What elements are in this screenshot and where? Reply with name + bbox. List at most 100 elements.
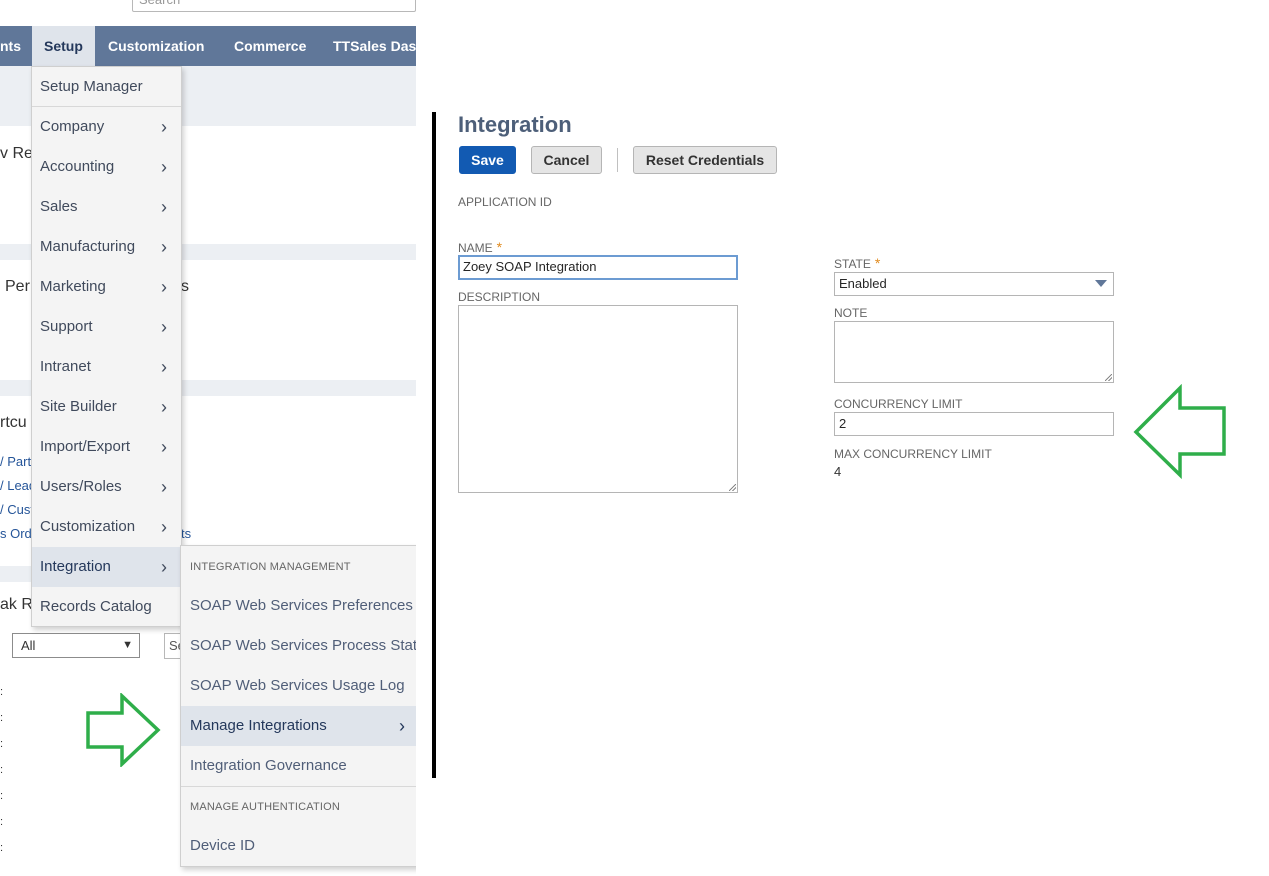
list-row-marker: : [0,790,4,802]
top-navigation: nts Setup Customization Commerce TTSales… [0,26,416,66]
nav-tab-clipped[interactable]: nts [0,26,25,66]
note-label: NOTE [834,306,868,320]
description-textarea[interactable] [458,305,738,493]
list-row-marker: : [0,686,4,698]
chevron-right-icon: › [161,197,167,217]
concurrency-limit-field[interactable]: 2 [834,412,1114,436]
menu-item-records-catalog[interactable]: Records Catalog [32,587,181,627]
nav-tab-ttsales-dash[interactable]: TTSales Dash [333,26,416,66]
resize-grip-icon[interactable] [1105,374,1112,381]
note-textarea[interactable] [834,321,1114,383]
submenu-item-integration-governance[interactable]: Integration Governance [181,746,416,786]
shortcut-link-fragment[interactable]: ts [181,526,191,541]
menu-item-label: Customization [40,518,136,535]
chevron-down-icon: ▼ [122,639,133,651]
list-row-marker: : [0,712,4,724]
page-title: Integration [458,112,572,137]
menu-item-label: Company [40,118,105,135]
nav-tab-commerce[interactable]: Commerce [234,26,306,66]
chevron-right-icon: › [161,157,167,177]
name-label: NAME * [458,239,502,255]
annotation-arrow-left-icon [1133,384,1226,480]
menu-item-integration[interactable]: Integration › [32,547,181,587]
annotation-arrow-right-icon [86,693,161,767]
chevron-right-icon: › [161,397,167,417]
background-page: Search nts Setup Customization Commerce … [0,0,416,876]
shortcut-link[interactable]: / Parti [0,454,34,469]
submenu-section-header: INTEGRATION MANAGEMENT [190,561,351,573]
chevron-right-icon: › [161,237,167,257]
menu-item-marketing[interactable]: Marketing › [32,267,181,307]
shortcut-link[interactable]: s Ord [0,526,32,541]
reset-credentials-button[interactable]: Reset Credentials [633,146,777,174]
menu-item-customization[interactable]: Customization › [32,507,181,547]
shortcut-link[interactable]: / Cust [0,502,34,517]
state-select-value: Enabled [839,276,887,291]
submenu-item-manage-integrations[interactable]: Manage Integrations › [181,706,416,746]
description-label: DESCRIPTION [458,290,541,304]
global-search-input[interactable]: Search [132,0,416,12]
menu-item-site-builder[interactable]: Site Builder › [32,387,181,427]
state-label-text: STATE [834,257,871,271]
list-row-marker: : [0,764,4,776]
name-field[interactable]: Zoey SOAP Integration [458,255,738,280]
application-id-label: APPLICATION ID [458,195,552,209]
state-label: STATE * [834,255,880,271]
menu-item-intranet[interactable]: Intranet › [32,347,181,387]
state-select[interactable]: Enabled [834,272,1114,296]
panel-divider [432,112,436,778]
menu-item-label: Support [40,318,93,335]
save-button[interactable]: Save [459,146,516,174]
submenu-item-soap-process-status[interactable]: SOAP Web Services Process Status [181,626,416,666]
filter-select-value: All [21,638,36,653]
nav-tab-customization[interactable]: Customization [108,26,204,66]
chevron-right-icon: › [161,557,167,577]
menu-item-label: Intranet [40,358,91,375]
portlet-title: rtcu [0,414,27,431]
list-row-marker: : [0,842,4,854]
portlet-title-fragment: s [181,278,189,295]
button-group-divider [617,148,618,172]
menu-item-label: Accounting [40,158,115,175]
max-concurrency-limit-value: 4 [834,464,842,479]
menu-item-label: Setup Manager [40,78,143,95]
menu-item-label: Users/Roles [40,478,122,495]
submenu-item-soap-preferences[interactable]: SOAP Web Services Preferences [181,586,416,626]
menu-item-label: Records Catalog [40,598,152,615]
submenu-item-label: Manage Integrations [190,717,327,734]
chevron-right-icon: › [161,277,167,297]
menu-item-users-roles[interactable]: Users/Roles › [32,467,181,507]
submenu-item-soap-usage-log[interactable]: SOAP Web Services Usage Log [181,666,416,706]
submenu-item-device-id[interactable]: Device ID [181,826,416,866]
menu-item-setup-manager[interactable]: Setup Manager [32,67,181,107]
integration-submenu: INTEGRATION MANAGEMENT SOAP Web Services… [180,545,416,867]
chevron-right-icon: › [399,716,405,736]
chevron-right-icon: › [161,437,167,457]
menu-item-support[interactable]: Support › [32,307,181,347]
menu-item-label: Import/Export [40,438,131,455]
required-marker: * [496,239,503,255]
name-label-text: NAME [458,241,493,255]
required-marker: * [874,255,881,271]
chevron-right-icon: › [161,517,167,537]
setup-dropdown-menu: Setup Manager Company › Accounting › Sales… [31,66,182,627]
chevron-right-icon: › [161,317,167,337]
submenu-section-header: MANAGE AUTHENTICATION [190,801,341,813]
menu-item-label: Site Builder [40,398,117,415]
chevron-right-icon: › [161,477,167,497]
filter-select[interactable]: All ▼ [12,633,140,658]
chevron-right-icon: › [161,357,167,377]
list-row-marker: : [0,816,4,828]
menu-item-sales[interactable]: Sales › [32,187,181,227]
portlet-title: Per [5,278,30,295]
menu-item-company[interactable]: Company › [32,107,181,147]
concurrency-limit-label: CONCURRENCY LIMIT [834,397,963,411]
resize-grip-icon[interactable] [729,484,736,491]
nav-tab-setup[interactable]: Setup [32,26,95,66]
menu-item-import-export[interactable]: Import/Export › [32,427,181,467]
menu-item-label: Integration [40,558,111,575]
menu-item-accounting[interactable]: Accounting › [32,147,181,187]
cancel-button[interactable]: Cancel [531,146,602,174]
chevron-down-icon [1095,280,1107,287]
menu-item-manufacturing[interactable]: Manufacturing › [32,227,181,267]
